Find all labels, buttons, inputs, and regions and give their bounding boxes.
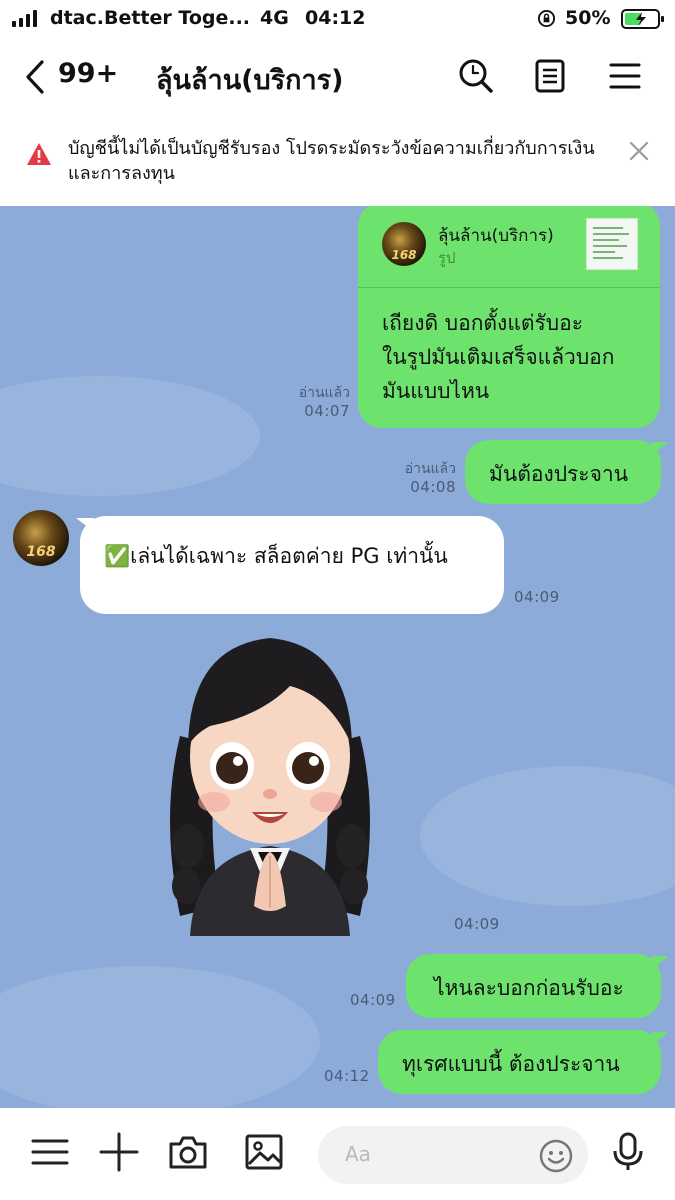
background-cloud (0, 376, 260, 496)
message-text: ทุเรศแบบนี้ ต้องประจาน (402, 1052, 620, 1076)
status-time: 04:12 (305, 7, 366, 29)
chat-title[interactable]: ลุ้นล้าน(บริการ) (156, 58, 344, 101)
menu-icon[interactable] (606, 56, 646, 96)
message-text: ✅เล่นได้เฉพาะ สล็อตค่าย PG เท่านั้น (104, 544, 448, 568)
message-time: 04:09 (350, 991, 396, 1009)
message-bubble-own[interactable]: ทุเรศแบบนี้ ต้องประจาน (378, 1030, 661, 1094)
input-bar: Aa (0, 1108, 675, 1200)
message-line: ในรูปมันเติมเสร็จแล้วบอก (382, 345, 615, 369)
message-meta: อ่านแล้ว 04:08 (376, 460, 456, 496)
read-receipt: อ่านแล้ว (298, 385, 350, 401)
background-cloud (420, 766, 675, 906)
menu-icon[interactable] (30, 1132, 70, 1172)
avatar: 168 (382, 222, 426, 266)
message-line: มันแบบไหน (382, 379, 490, 403)
message-line: เถียงดิ บอกตั้งแต่รับอะ (382, 311, 583, 335)
unread-count[interactable]: 99+ (58, 58, 118, 89)
message-text: ไหนละบอกก่อนรับอะ (434, 976, 624, 1000)
message-meta: อ่านแล้ว 04:07 (270, 384, 350, 420)
emoji-icon[interactable] (538, 1138, 574, 1174)
notes-icon[interactable] (530, 56, 570, 96)
message-bubble-incoming[interactable]: ✅เล่นได้เฉพาะ สล็อตค่าย PG เท่านั้น (80, 516, 504, 614)
chat-header: 99+ ลุ้นล้าน(บริการ) (0, 40, 675, 112)
message-bubble-reply[interactable]: 168 ลุ้นล้าน(บริการ) รูป เถียงดิ บอกตั้ง… (358, 206, 660, 428)
chat-area[interactable]: 168 ลุ้นล้าน(บริการ) รูป เถียงดิ บอกตั้ง… (0, 206, 675, 1108)
warning-text: บัญชีนี้ไม่ได้เป็นบัญชีรับรอง โปรดระมัดร… (68, 138, 595, 184)
message-input[interactable]: Aa (318, 1126, 588, 1184)
girl-wai-sticker[interactable] (150, 616, 390, 936)
carrier-name: dtac.Better Toge... (50, 7, 251, 29)
message-time: 04:07 (304, 402, 350, 420)
message-text: มันต้องประจาน (489, 462, 629, 486)
reply-sender: ลุ้นล้าน(บริการ) (438, 226, 554, 246)
battery-percent: 50% (565, 7, 611, 29)
status-bar: dtac.Better Toge... 4G 04:12 50% (0, 0, 675, 40)
close-icon[interactable] (628, 140, 650, 162)
reply-preview[interactable]: 168 ลุ้นล้าน(บริการ) รูป (358, 206, 660, 288)
back-arrow-icon[interactable] (22, 58, 48, 96)
bubble-tail (652, 1032, 668, 1046)
input-placeholder: Aa (345, 1142, 371, 1166)
microphone-icon[interactable] (610, 1132, 646, 1172)
search-icon[interactable] (456, 56, 496, 96)
plus-icon[interactable] (99, 1132, 139, 1172)
background-cloud (0, 966, 320, 1108)
message-bubble-own[interactable]: มันต้องประจาน (465, 440, 661, 504)
message-time: 04:09 (454, 915, 500, 933)
network-type: 4G (260, 7, 289, 29)
battery-icon (621, 9, 664, 29)
message-time: 04:08 (410, 478, 456, 496)
reply-type: รูป (438, 249, 456, 267)
signal-icon (12, 10, 37, 27)
message-text: เถียงดิ บอกตั้งแต่รับอะ ในรูปมันเติมเสร็… (382, 306, 615, 408)
rotation-lock-icon (537, 9, 556, 28)
message-time: 04:12 (324, 1067, 370, 1085)
reply-thumbnail (586, 218, 638, 270)
read-receipt: อ่านแล้ว (404, 461, 456, 477)
camera-icon[interactable] (168, 1132, 208, 1172)
warning-banner: บัญชีนี้ไม่ได้เป็นบัญชีรับรอง โปรดระมัดร… (0, 112, 675, 206)
image-icon[interactable] (244, 1132, 284, 1172)
message-time: 04:09 (514, 588, 560, 606)
bubble-tail (652, 442, 668, 456)
bubble-tail (652, 956, 668, 970)
sender-avatar[interactable]: 168 (13, 510, 69, 566)
message-bubble-own[interactable]: ไหนละบอกก่อนรับอะ (406, 954, 661, 1018)
warning-icon (27, 143, 51, 165)
